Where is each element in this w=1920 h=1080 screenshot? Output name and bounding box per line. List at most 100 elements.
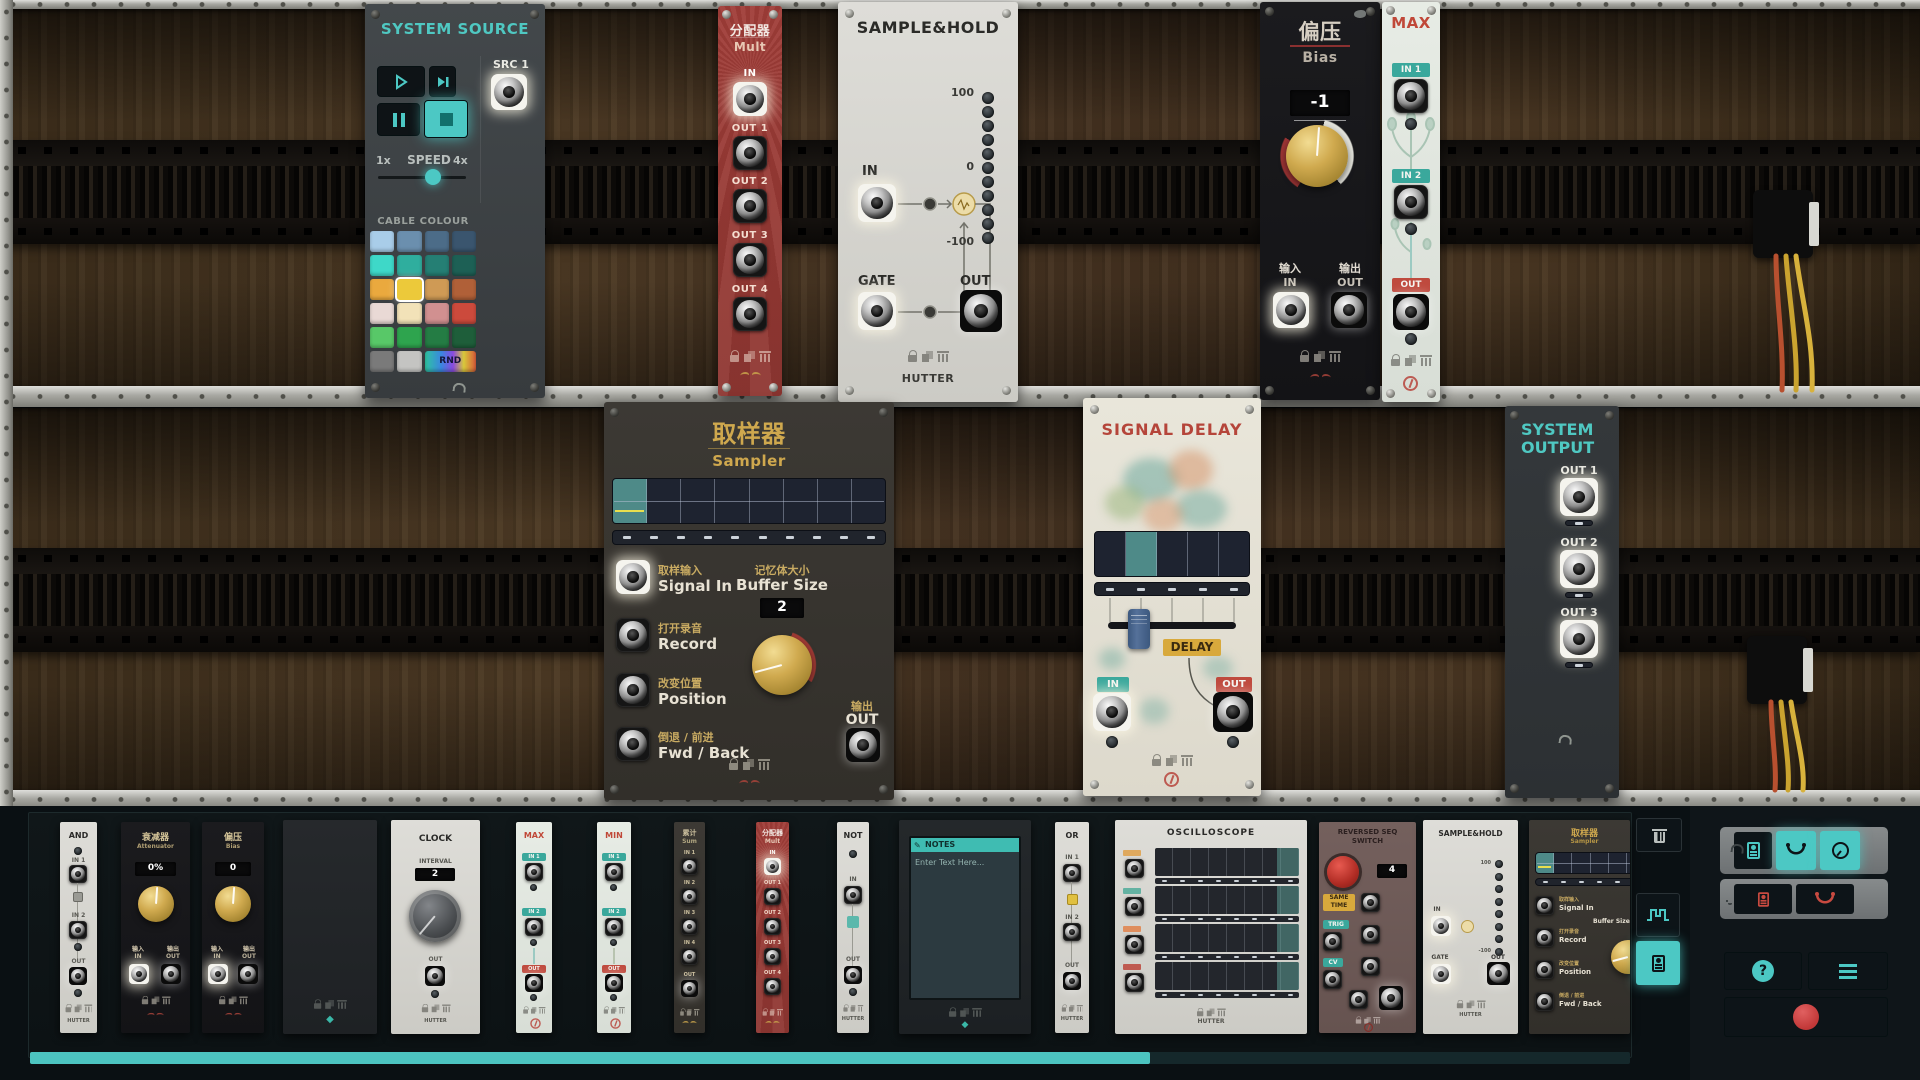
play-button[interactable] [377, 66, 425, 97]
tray-trash-button[interactable] [1636, 818, 1682, 852]
sampler-out-jack[interactable] [846, 728, 880, 762]
buffer-size-knob[interactable] [752, 635, 812, 695]
bias-out-jack[interactable] [1331, 292, 1367, 328]
cable-swatch[interactable] [397, 327, 421, 348]
jack[interactable] [1535, 928, 1554, 947]
tray-module-oscilloscope[interactable]: OSCILLOSCOPE HUTTER [1115, 820, 1307, 1034]
module-action-icons[interactable] [1260, 350, 1380, 362]
tray-module-attenuator[interactable]: 衰减器 Attenuator 0% 输入 IN 输出 OUT [121, 822, 190, 1033]
jack[interactable] [764, 978, 781, 995]
tray-scrollbar-track[interactable] [30, 1052, 1630, 1064]
jack[interactable] [605, 974, 623, 992]
module-sampler[interactable]: 取样器 Sampler 取样输入 Signal In 打开录音 Record 改… [604, 402, 894, 800]
jack[interactable] [681, 888, 698, 905]
jack[interactable] [844, 886, 862, 904]
cable-swatch[interactable] [397, 231, 421, 252]
cable-swatch[interactable] [425, 327, 449, 348]
delete-cables-button[interactable] [1796, 884, 1854, 914]
jack[interactable] [1431, 916, 1451, 936]
delay-out-jack[interactable] [1213, 692, 1253, 732]
tray-module-seq-switch[interactable]: REVERSED SEQ SWITCH 4 SAMETIME TRIG CV [1319, 822, 1416, 1033]
jack[interactable] [764, 858, 781, 875]
speed-slider-thumb[interactable] [425, 169, 441, 185]
jack[interactable] [605, 918, 623, 936]
jack[interactable] [1487, 962, 1510, 985]
cable-swatch[interactable] [452, 255, 476, 276]
module-system-output[interactable]: SYSTEM OUTPUT OUT 1 OUT 2 OUT 3 [1505, 406, 1619, 798]
tray-module-sum[interactable]: 累计 Sum IN 1 IN 2 IN 3 IN 4 OUT [674, 822, 705, 1033]
module-view-button[interactable] [1636, 941, 1680, 985]
jack[interactable] [129, 964, 149, 984]
jack[interactable] [208, 964, 228, 984]
cable-swatch[interactable] [370, 303, 394, 324]
jack[interactable] [161, 964, 181, 984]
sysout-1-jack[interactable] [1560, 478, 1598, 516]
cable-swatch[interactable] [370, 255, 394, 276]
jack[interactable] [1323, 932, 1342, 951]
bias-knob[interactable] [1286, 125, 1348, 187]
src1-jack[interactable] [491, 74, 527, 110]
cable-swatch-random[interactable]: RND [425, 351, 477, 372]
jack[interactable] [1125, 859, 1144, 878]
jack[interactable] [525, 863, 543, 881]
jack[interactable] [69, 865, 87, 883]
module-action-icons[interactable] [1083, 754, 1261, 766]
max-in1-jack[interactable] [1394, 79, 1428, 113]
help-button[interactable]: ? [1724, 952, 1802, 990]
signal-view-button[interactable] [1636, 893, 1680, 937]
module-action-icons[interactable] [838, 350, 1018, 362]
cable-swatch[interactable] [397, 303, 421, 324]
jack[interactable] [1063, 972, 1081, 990]
cable-swatch[interactable] [370, 327, 394, 348]
max-out-jack[interactable] [1393, 294, 1429, 330]
tray-scrollbar-thumb[interactable] [30, 1052, 1150, 1064]
module-mult[interactable]: 分配器 Mult IN OUT 1 OUT 2 OUT 3 OUT 4 [718, 6, 782, 396]
notes-screen[interactable]: NOTES ✎ Enter Text Here... [909, 836, 1021, 1000]
menu-button[interactable] [1808, 952, 1888, 990]
module-signal-delay[interactable]: SIGNAL DELAY DELAY IN OUT [1083, 398, 1261, 796]
jack[interactable] [1063, 923, 1081, 941]
tray-module-mult[interactable]: 分配器 Mult IN OUT 1 OUT 2 OUT 3 OUT 4 [756, 822, 789, 1033]
jack[interactable] [764, 888, 781, 905]
pause-button[interactable] [377, 103, 420, 136]
sampler-position-jack[interactable] [616, 673, 650, 707]
jack[interactable] [525, 918, 543, 936]
jack[interactable] [1535, 992, 1554, 1011]
tray-module-notes[interactable]: NOTES ✎ Enter Text Here... ◆ [899, 820, 1031, 1034]
tray-module-and[interactable]: AND IN 1 IN 2 OUT HUTTER [60, 822, 97, 1033]
module-bias[interactable]: 偏压 Bias -1 输入 IN 输出 OUT [1260, 2, 1380, 400]
step-button[interactable] [429, 66, 456, 97]
jack[interactable] [238, 964, 258, 984]
tray-module-max[interactable]: MAX IN 1 IN 2 OUT [516, 822, 552, 1033]
cable-swatch[interactable] [370, 279, 394, 300]
cable-swatch[interactable] [370, 231, 394, 252]
cable-swatch[interactable] [425, 255, 449, 276]
jack[interactable] [1379, 986, 1403, 1010]
cable-swatch[interactable] [425, 303, 449, 324]
sh-in-jack[interactable] [858, 184, 896, 222]
tray-module-not[interactable]: NOT IN OUT HUTTER [837, 822, 869, 1033]
cable-swatch[interactable] [370, 351, 394, 372]
mult-out3-jack[interactable] [733, 243, 767, 277]
speed-slider-track[interactable] [378, 176, 466, 179]
cable-swatch[interactable] [397, 351, 421, 372]
tray-module-sample-hold[interactable]: SAMPLE&HOLD 100 -100 IN GATE OUT HUTTER [1423, 820, 1518, 1034]
module-sample-hold[interactable]: SAMPLE&HOLD 100 0 -100 IN GATE OUT HUTTE… [838, 2, 1018, 402]
cable-swatch[interactable] [425, 231, 449, 252]
tray-module-blank[interactable]: ◆ [283, 820, 377, 1034]
jack[interactable] [1125, 973, 1144, 992]
cable-swatch[interactable] [425, 279, 449, 300]
sampler-signal-in-jack[interactable] [616, 560, 650, 594]
jack[interactable] [69, 921, 87, 939]
sysout-2-jack[interactable] [1560, 550, 1598, 588]
module-system-source[interactable]: SYSTEM SOURCE 1x SPEED 4x SRC 1 CABLE CO… [365, 4, 545, 398]
jack[interactable] [681, 858, 698, 875]
module-action-icons[interactable] [694, 758, 804, 770]
jack[interactable] [1361, 893, 1380, 912]
tray-module-or[interactable]: OR IN 1 IN 2 OUT HUTTER [1055, 822, 1089, 1033]
cable-swatch[interactable] [452, 231, 476, 252]
jack[interactable] [1535, 960, 1554, 979]
jack[interactable] [1431, 964, 1451, 984]
cable-swatch[interactable] [452, 303, 476, 324]
jack[interactable] [605, 863, 623, 881]
